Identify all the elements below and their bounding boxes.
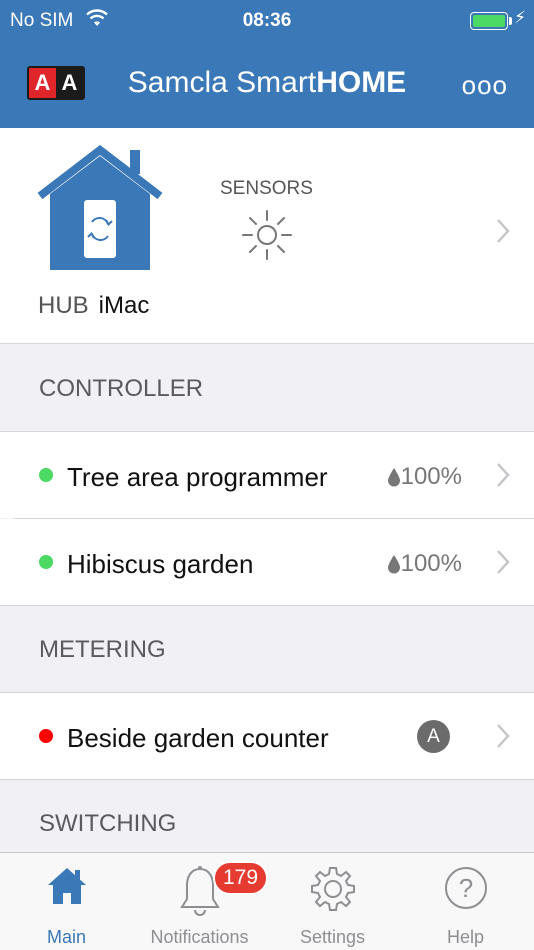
- section-title: CONTROLLER: [39, 375, 204, 402]
- section-title: METERING: [39, 636, 166, 663]
- hub-label: HUB iMac: [38, 292, 149, 320]
- tab-label: Help: [446, 927, 485, 947]
- list-item-beside-garden-counter[interactable]: Beside garden counter A: [0, 693, 534, 779]
- app-title: Samcla SmartHOME: [0, 66, 534, 100]
- water-level: 100%: [387, 550, 462, 578]
- hub-label-text: HUB: [38, 292, 89, 319]
- nav-bar: A A Samcla SmartHOME ooo: [0, 42, 534, 128]
- water-level: 100%: [387, 463, 462, 491]
- sensors-label: SENSORS: [220, 178, 313, 199]
- tab-help[interactable]: ? Help: [399, 853, 532, 950]
- tab-bar: Main 179 Notifications Settings ? Help: [0, 852, 534, 950]
- item-label: Tree area programmer: [67, 462, 328, 492]
- battery-icon: [470, 12, 508, 30]
- status-dot: [39, 468, 53, 482]
- help-icon: ?: [399, 865, 532, 911]
- chevron-right-icon: [496, 218, 510, 249]
- chevron-right-icon: [496, 723, 510, 754]
- svg-text:?: ?: [458, 873, 472, 903]
- sun-icon: [240, 208, 294, 267]
- item-label: Beside garden counter: [67, 723, 329, 753]
- section-header-controller: CONTROLLER: [0, 345, 534, 431]
- gear-icon: [266, 865, 399, 911]
- status-dot: [39, 555, 53, 569]
- tab-notifications[interactable]: 179 Notifications: [133, 853, 269, 950]
- clock: 08:36: [242, 10, 292, 31]
- hub-card[interactable]: HUB iMac SENSORS: [0, 128, 534, 344]
- list-item-tree-area-programmer[interactable]: Tree area programmer 100%: [0, 432, 534, 518]
- section-title: SWITCHING: [39, 810, 177, 837]
- charging-icon: ⚡: [514, 8, 526, 27]
- status-bar: No SIM 08:36 ⚡: [0, 0, 534, 42]
- more-menu-button[interactable]: ooo: [462, 70, 508, 101]
- notification-count-badge: 179: [213, 861, 269, 895]
- tab-label: Notifications: [150, 927, 249, 947]
- tab-settings[interactable]: Settings: [266, 853, 399, 950]
- section-header-switching: SWITCHING: [0, 780, 534, 852]
- water-level-value: 100%: [400, 550, 462, 577]
- app-title-regular: Samcla Smart: [127, 66, 317, 99]
- tab-label: Settings: [299, 927, 366, 947]
- battery-tip: [509, 17, 512, 25]
- app-title-bold: HOME: [316, 66, 407, 99]
- tab-main[interactable]: Main: [0, 853, 133, 950]
- water-drop-icon: [387, 555, 400, 574]
- status-dot: [39, 729, 53, 743]
- home-icon: [0, 865, 133, 907]
- hub-house-icon: [36, 144, 164, 277]
- section-header-metering: METERING: [0, 606, 534, 692]
- auto-mode-badge: A: [417, 720, 450, 753]
- hub-name: iMac: [98, 292, 150, 319]
- item-label: Hibiscus garden: [67, 549, 254, 579]
- water-level-value: 100%: [400, 463, 462, 490]
- tab-label: Main: [46, 927, 86, 947]
- list-item-hibiscus-garden[interactable]: Hibiscus garden 100%: [0, 519, 534, 605]
- water-drop-icon: [387, 468, 400, 487]
- chevron-right-icon: [496, 462, 510, 493]
- chevron-right-icon: [496, 549, 510, 580]
